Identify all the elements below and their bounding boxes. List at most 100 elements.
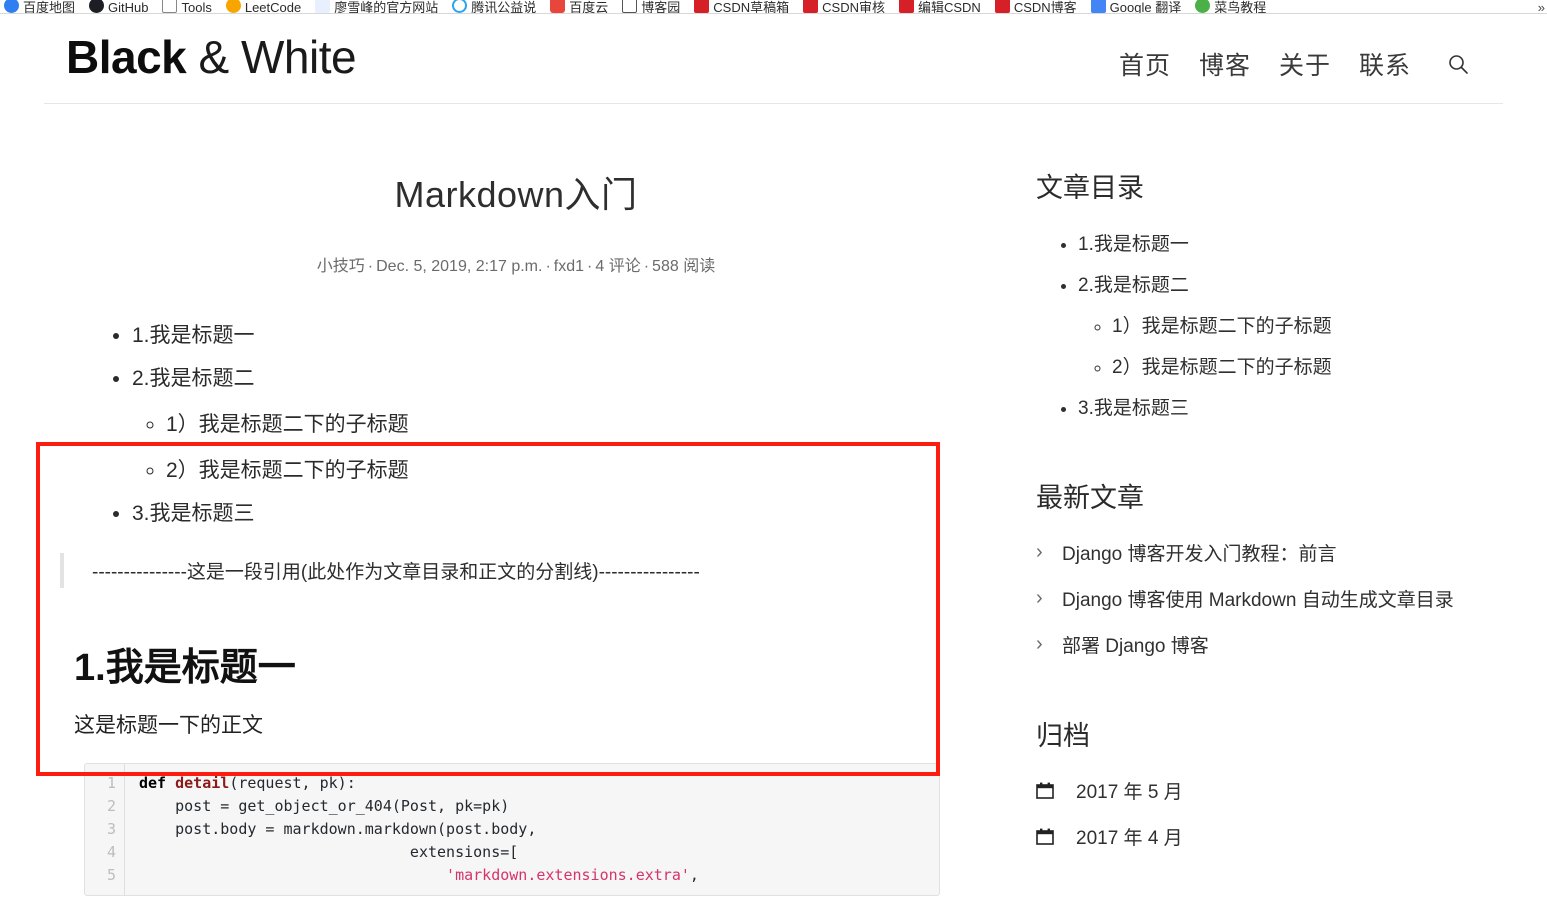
toc-subitem[interactable]: 2）我是标题二下的子标题 xyxy=(1112,352,1486,379)
toc-sublist: 1）我是标题二下的子标题 2）我是标题二下的子标题 xyxy=(132,408,986,484)
code-token: , xyxy=(689,866,699,885)
sidebar-toc-list: 1.我是标题一 2.我是标题二 1）我是标题二下的子标题 2）我是标题二下的子标题 3.… xyxy=(1036,229,1486,420)
article-toc: 1.我是标题一 2.我是标题二 1）我是标题二下的子标题 2）我是标题二下的子标题 3.… xyxy=(46,322,986,528)
tools-icon xyxy=(162,0,178,13)
bookmark-item[interactable]: 腾讯公益说 xyxy=(452,0,536,13)
bookmark-label: 菜鸟教程 xyxy=(1214,0,1267,14)
bookmark-item[interactable]: LeetCode xyxy=(225,0,302,14)
tencent-icon xyxy=(452,0,468,13)
bookmark-item[interactable]: 菜鸟教程 xyxy=(1195,0,1266,13)
cnblogs-icon xyxy=(622,0,638,13)
chevron-right-icon: › xyxy=(1036,632,1043,655)
browser-bookmarks-bar: 百度地图 GitHub Tools LeetCode 廖雪峰的官方网站 腾讯公益说 百度云 博… xyxy=(0,0,1547,14)
article-meta: 小技巧 · Dec. 5, 2019, 2:17 p.m. · fxd1 · 4 评论 · 58… xyxy=(46,252,986,276)
code-line-number: 4 xyxy=(106,843,116,862)
csdn-icon xyxy=(898,0,914,13)
bookmarks-overflow-button[interactable]: » xyxy=(1538,0,1545,13)
nav-item-blog[interactable]: 博客 xyxy=(1199,46,1251,82)
main-nav: 首页 博客 关于 联系 xyxy=(1119,32,1471,82)
toc-subitem[interactable]: 2）我是标题二下的子标题 xyxy=(166,454,986,484)
code-token: 'markdown.extensions.extra' xyxy=(446,866,690,885)
csdn-icon xyxy=(694,0,710,13)
nav-item-about[interactable]: 关于 xyxy=(1279,46,1331,82)
code-line: post.body = markdown.markdown(post.body, xyxy=(139,818,699,841)
search-icon[interactable] xyxy=(1445,51,1471,77)
toc-subitem[interactable]: 1）我是标题二下的子标题 xyxy=(1112,311,1486,338)
leetcode-icon xyxy=(225,0,241,13)
recent-post-item[interactable]: › 部署 Django 博客 xyxy=(1036,631,1486,658)
toc-item[interactable]: 1.我是标题一 xyxy=(1078,229,1486,256)
toc-item[interactable]: 3.我是标题三 xyxy=(132,500,986,527)
section-paragraph-1: 这是标题一下的正文 xyxy=(74,714,263,738)
meta-sep-2: · xyxy=(545,257,551,275)
calendar-icon xyxy=(1036,828,1054,845)
code-token: post.body = markdown.markdown(post.body, xyxy=(139,820,537,839)
sidebar-toc-heading: 文章目录 xyxy=(1036,172,1144,203)
code-line-number: 2 xyxy=(106,797,116,816)
sidebar-recent-heading: 最新文章 xyxy=(1036,482,1144,513)
site-logo-light: & White xyxy=(186,31,357,83)
sidebar-archive-list: 2017 年 5 月 2017 年 4 月 xyxy=(1036,777,1486,850)
bookmark-label: GitHub xyxy=(108,0,149,14)
bookmark-label: 百度云 xyxy=(569,0,609,14)
bookmark-item[interactable]: 博客园 xyxy=(622,0,680,13)
chevron-right-icon: › xyxy=(1036,540,1043,563)
page-title: Markdown入门 xyxy=(394,173,638,215)
recent-post-item[interactable]: › Django 博客开发入门教程：前言 xyxy=(1036,539,1486,566)
site-logo[interactable]: Black & White xyxy=(66,31,357,83)
code-token: def xyxy=(139,774,176,793)
bookmark-label: LeetCode xyxy=(244,0,302,14)
bookmark-item[interactable]: Tools xyxy=(162,0,212,13)
code-line-number: 1 xyxy=(106,774,116,793)
article-blockquote: ---------------这是一段引用(此处作为文章目录和正文的分割线)--… xyxy=(60,553,986,589)
archive-item[interactable]: 2017 年 4 月 xyxy=(1036,823,1486,850)
toc-subitem[interactable]: 1）我是标题二下的子标题 xyxy=(166,408,986,438)
baidu-map-icon xyxy=(4,0,19,13)
recent-post-label: Django 博客使用 Markdown 自动生成文章目录 xyxy=(1062,589,1454,611)
csdn-icon xyxy=(994,0,1010,13)
code-token: post = get_object_or_404(Post, pk=pk) xyxy=(139,797,510,816)
bookmark-label: Google 翻译 xyxy=(1109,0,1182,14)
bookmark-label: CSDN博客 xyxy=(1013,0,1077,14)
code-token: (request, pk): xyxy=(229,774,356,793)
code-line: def detail(request, pk): xyxy=(139,772,699,795)
sidebar-toc-block: 文章目录 1.我是标题一 2.我是标题二 1）我是标题二下的子标题 2）我是标题二下的… xyxy=(1036,166,1486,420)
toc-item[interactable]: 2.我是标题二 xyxy=(1078,270,1486,297)
recent-post-item[interactable]: › Django 博客使用 Markdown 自动生成文章目录 xyxy=(1036,585,1486,612)
csdn-icon xyxy=(803,0,819,13)
bookmark-item[interactable]: CSDN博客 xyxy=(994,0,1077,14)
toc-item[interactable]: 1.我是标题一 xyxy=(132,322,986,349)
meta-category[interactable]: 小技巧 xyxy=(317,258,365,275)
toc-item[interactable]: 2.我是标题二 xyxy=(132,365,986,392)
code-content[interactable]: def detail(request, pk): post = get_obje… xyxy=(125,764,699,895)
bookmark-item[interactable]: 百度云 xyxy=(550,0,608,13)
nav-item-contact[interactable]: 联系 xyxy=(1359,46,1411,82)
recent-post-label: Django 博客开发入门教程：前言 xyxy=(1062,543,1337,565)
runoob-icon xyxy=(1195,0,1211,13)
meta-comments[interactable]: 4 评论 xyxy=(595,258,640,275)
meta-reads: 588 阅读 xyxy=(652,257,716,275)
bookmark-label: CSDN草稿箱 xyxy=(713,0,790,14)
bookmark-item[interactable]: 百度地图 xyxy=(4,0,75,13)
code-line-number: 3 xyxy=(106,820,116,839)
bookmark-item[interactable]: 廖雪峰的官方网站 xyxy=(315,0,438,13)
bookmark-item[interactable]: GitHub xyxy=(89,0,148,13)
bookmark-label: 廖雪峰的官方网站 xyxy=(334,0,439,14)
bookmark-label: 腾讯公益说 xyxy=(471,0,537,14)
archive-label: 2017 年 4 月 xyxy=(1076,827,1183,849)
site-logo-strong: Black xyxy=(66,31,187,83)
toc-item[interactable]: 3.我是标题三 xyxy=(1078,393,1486,420)
bookmark-label: 博客园 xyxy=(641,0,681,14)
meta-sep-4: · xyxy=(643,257,650,275)
bookmark-item[interactable]: Google 翻译 xyxy=(1090,0,1182,14)
bookmark-label: 百度地图 xyxy=(23,0,76,14)
nav-item-home[interactable]: 首页 xyxy=(1119,46,1171,82)
bookmark-item[interactable]: 编辑CSDN xyxy=(898,0,981,13)
calendar-icon xyxy=(1036,782,1054,799)
meta-author[interactable]: fxd1 xyxy=(554,258,584,275)
bookmark-item[interactable]: CSDN审核 xyxy=(803,0,885,13)
code-block: 1 2 3 4 5 def detail(request, pk): post = ge… xyxy=(84,763,940,897)
code-line-number: 5 xyxy=(106,866,116,885)
archive-item[interactable]: 2017 年 5 月 xyxy=(1036,777,1486,804)
bookmark-item[interactable]: CSDN草稿箱 xyxy=(694,0,789,13)
